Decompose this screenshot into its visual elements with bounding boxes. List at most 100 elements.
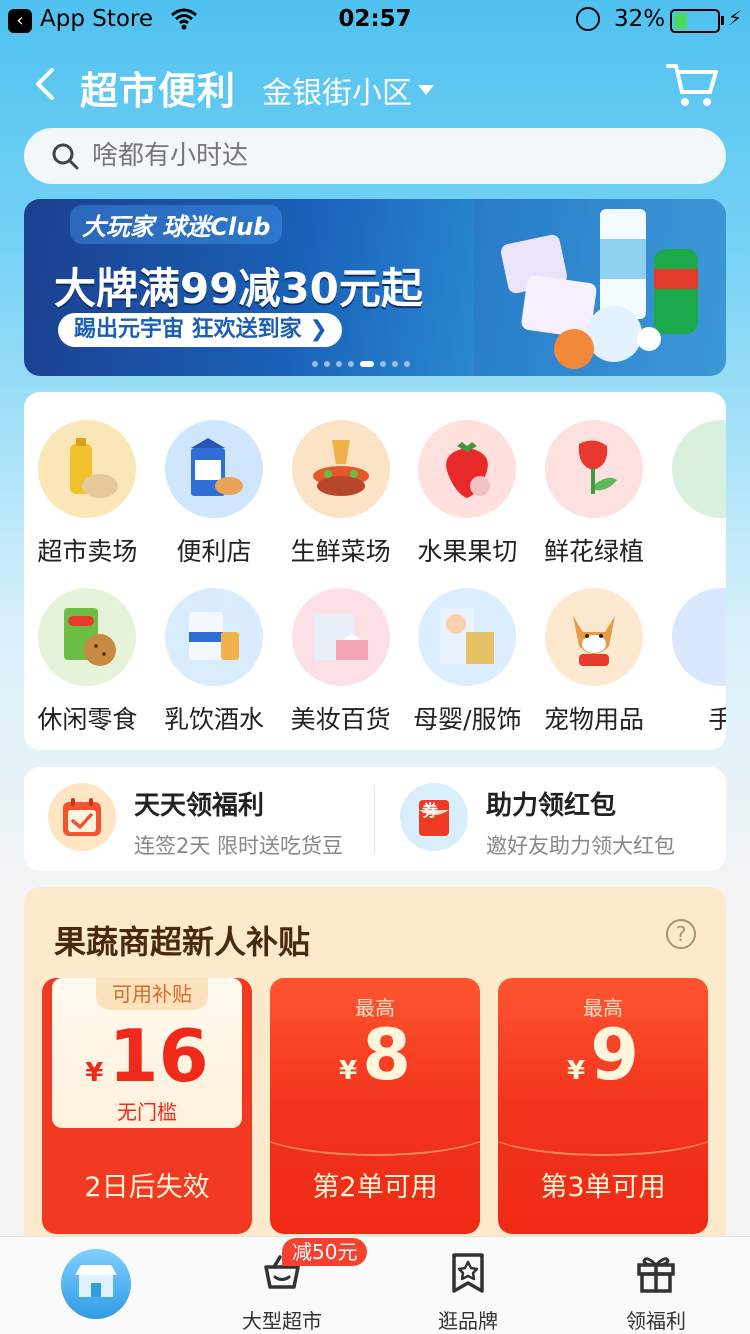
category-row-1: 超市卖场 便利店 生鲜菜场 水果果切 鲜花绿植 <box>24 420 726 568</box>
strawberry-icon <box>418 420 517 518</box>
charging-icon: ⚡ <box>728 6 743 30</box>
daily-welfare-item[interactable]: 天天领福利 连签2天 限时送吃货豆 <box>48 783 343 860</box>
divider <box>374 785 375 853</box>
banner-club-logo: 大玩家 球迷Club <box>70 205 283 244</box>
currency-symbol: ¥ <box>567 1056 586 1086</box>
coupon-amount: ¥ 8 <box>270 1014 480 1096</box>
coupon-condition: 无门槛 <box>117 1100 177 1124</box>
category-row-2: 休闲零食 乳饮酒水 美妆百货 母婴/服饰 宠物用品 手 <box>24 588 726 736</box>
pagination-dot <box>404 361 410 367</box>
nav-header: 超市便利 金银街小区 <box>0 52 750 118</box>
category-flowers[interactable]: 鲜花绿植 <box>531 420 658 568</box>
cart-icon <box>666 64 718 106</box>
banner-products-image <box>474 199 726 376</box>
battery-percent: 32% <box>614 6 666 32</box>
banner-pagination <box>312 361 410 367</box>
category-beauty[interactable]: 美妆百货 <box>277 588 404 736</box>
coupon-amount: ¥ 16 <box>52 1014 242 1098</box>
category-baby[interactable]: 母婴/服饰 <box>404 588 531 736</box>
category-grid: 超市卖场 便利店 生鲜菜场 水果果切 鲜花绿植 休闲零食 乳饮酒水 美妆百货 母… <box>24 392 726 750</box>
pagination-dot <box>312 361 318 367</box>
page-title: 超市便利 <box>80 69 237 113</box>
promo-banner[interactable]: 大玩家 球迷Club 大牌满99减30元起 踢出元宇宙 狂欢送到家 ❯ <box>24 199 726 376</box>
orientation-lock-icon <box>576 7 600 31</box>
search-icon <box>52 143 79 170</box>
brand-star-icon <box>452 1253 484 1293</box>
hotpot-icon <box>291 420 390 518</box>
category-label: 休闲零食 <box>37 705 138 734</box>
category-fresh-market[interactable]: 生鲜菜场 <box>277 420 404 568</box>
category-drinks[interactable]: 乳饮酒水 <box>151 588 278 736</box>
category-convenience-store[interactable]: 便利店 <box>151 420 278 568</box>
coupon-available[interactable]: 可用补贴 ¥ 16 无门槛 2日后失效 <box>42 978 252 1234</box>
tab-welfare[interactable]: 领福利 <box>576 1237 736 1334</box>
category-snacks[interactable]: 休闲零食 <box>24 588 151 736</box>
pagination-dot <box>380 361 386 367</box>
currency-symbol: ¥ <box>85 1058 104 1088</box>
category-label: 水果果切 <box>417 537 518 566</box>
category-label: 美妆百货 <box>290 705 391 734</box>
battery-icon <box>670 9 720 33</box>
welfare-title: 天天领福利 <box>134 791 265 821</box>
subsidy-title: 果蔬商超新人补贴 <box>54 923 311 961</box>
category-supermarket[interactable]: 超市卖场 <box>24 420 151 568</box>
coupon-value: 9 <box>590 1014 639 1096</box>
category-phone[interactable]: 手 <box>657 588 726 736</box>
coupon-curve <box>270 1096 480 1156</box>
banner-cta[interactable]: 踢出元宇宙 狂欢送到家 ❯ <box>58 313 342 347</box>
baby-icon <box>418 588 517 686</box>
cart-button[interactable] <box>664 58 720 110</box>
back-button[interactable] <box>28 62 64 106</box>
location-label: 金银街小区 <box>262 76 412 111</box>
chevron-left-icon <box>36 68 54 100</box>
coupon-tag: 可用补贴 <box>96 978 208 1010</box>
category-more[interactable] <box>657 420 726 568</box>
coupon-glyph: 券 <box>422 801 439 820</box>
store-home-icon <box>61 1249 131 1319</box>
coupon-footer: 第3单可用 <box>540 1172 666 1203</box>
category-pet[interactable]: 宠物用品 <box>531 588 658 736</box>
category-fruit[interactable]: 水果果切 <box>404 420 531 568</box>
coupon-second-order[interactable]: 最高 ¥ 8 第2单可用 <box>270 978 480 1234</box>
tissue-icon <box>291 588 390 686</box>
bottom-tab-bar: 大型超市 逛品牌 领福利 <box>0 1236 750 1334</box>
chips-icon <box>38 588 137 686</box>
coupon-footer: 2日后失效 <box>84 1172 210 1203</box>
discount-badge: 减50元 <box>282 1238 368 1266</box>
category-label: 超市卖场 <box>37 537 138 566</box>
coupon-amount: ¥ 9 <box>498 1014 708 1096</box>
coupon-value: 8 <box>362 1014 411 1096</box>
pagination-dot <box>336 361 342 367</box>
coupon-curve <box>498 1096 708 1156</box>
red-envelope-item[interactable]: 券 助力领红包 邀好友助力领大红包 <box>400 783 675 860</box>
pagination-dot-active <box>360 361 374 367</box>
category-label: 宠物用品 <box>544 705 645 734</box>
phone-icon <box>671 588 726 686</box>
category-label: 便利店 <box>176 537 252 566</box>
category-label: 手 <box>708 705 726 734</box>
milk-carton-icon <box>165 420 263 518</box>
welfare-subtitle: 邀好友助力领大红包 <box>486 834 675 858</box>
battery-tip <box>721 16 724 25</box>
currency-symbol: ¥ <box>339 1056 358 1086</box>
banner-title: 大牌满99减30元起 <box>54 264 423 313</box>
search-input[interactable] <box>92 141 652 171</box>
coupon-third-order[interactable]: 最高 ¥ 9 第3单可用 <box>498 978 708 1234</box>
help-icon[interactable]: ? <box>666 919 696 949</box>
location-selector[interactable]: 金银街小区 <box>262 68 434 112</box>
welfare-subtitle: 连签2天 限时送吃货豆 <box>134 834 344 858</box>
welfare-panel: 天天领福利 连签2天 限时送吃货豆 券 助力领红包 邀好友助力领大红包 <box>24 767 726 871</box>
tab-label: 逛品牌 <box>438 1309 498 1333</box>
pagination-dot <box>392 361 398 367</box>
category-label: 生鲜菜场 <box>290 537 391 566</box>
tab-brands[interactable]: 逛品牌 <box>388 1237 548 1334</box>
category-label: 乳饮酒水 <box>164 705 265 734</box>
milk-box-icon <box>165 588 263 686</box>
category-label: 鲜花绿植 <box>544 537 645 566</box>
search-bar[interactable] <box>24 128 726 184</box>
tab-home[interactable] <box>13 1237 173 1334</box>
pagination-dot <box>348 361 354 367</box>
calendar-check-icon <box>48 783 116 851</box>
red-envelope-icon: 券 <box>400 783 468 851</box>
gift-icon <box>637 1257 675 1293</box>
